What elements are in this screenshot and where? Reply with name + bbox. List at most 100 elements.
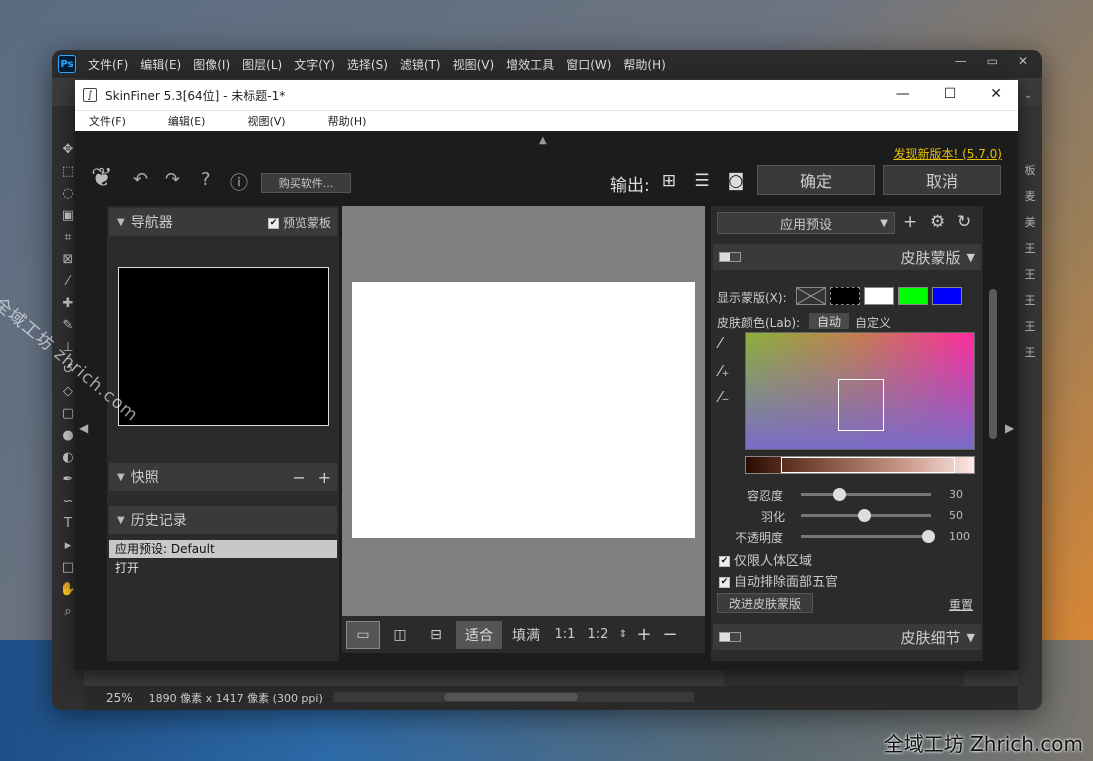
ps-menu-file[interactable]: 文件(F) xyxy=(88,56,128,73)
history-item[interactable]: 打开 xyxy=(109,559,337,577)
snapshots-header[interactable]: ▼ 快照 − + xyxy=(109,463,337,491)
new-version-link[interactable]: 发现新版本! (5.7.0) xyxy=(893,145,1002,162)
info-icon[interactable]: ⓘ xyxy=(230,169,248,195)
slider-knob[interactable] xyxy=(833,488,846,501)
sf-close-icon[interactable]: ✕ xyxy=(990,86,1002,102)
ps-maximize-icon[interactable]: ▭ xyxy=(987,54,998,68)
ps-menu-window[interactable]: 窗口(W) xyxy=(566,56,611,73)
sf-menu-file[interactable]: 文件(F) xyxy=(89,113,126,129)
settings-gear-icon[interactable]: ⚙ xyxy=(930,212,945,232)
right-panel-scrollbar[interactable] xyxy=(989,289,997,439)
apply-preset-dropdown[interactable]: 应用预设 ▼ xyxy=(717,212,895,234)
mask-swatch-black[interactable] xyxy=(830,287,860,305)
preview-mask-toggle[interactable]: ✔ 预览蒙板 xyxy=(267,214,331,231)
eyedropper-subtract-icon[interactable]: ⁄₋ xyxy=(719,388,729,406)
hand-tool-icon[interactable]: ✋ xyxy=(60,582,76,597)
ps-menu-edit[interactable]: 编辑(E) xyxy=(140,56,181,73)
type-tool-icon[interactable]: T xyxy=(64,516,72,531)
mask-swatch-none-icon[interactable] xyxy=(796,287,826,305)
move-tool-icon[interactable]: ✥ xyxy=(63,142,74,157)
ps-menu-type[interactable]: 文字(Y) xyxy=(294,56,335,73)
fit-button[interactable]: 适合 xyxy=(456,620,502,649)
split-vertical-icon[interactable]: ◫ xyxy=(384,621,416,649)
output-adjust-icon[interactable]: ☰ xyxy=(692,171,712,191)
mask-swatch-white[interactable] xyxy=(864,287,894,305)
add-snapshot-icon[interactable]: + xyxy=(318,468,331,487)
zoom-1-1-button[interactable]: 1:1 xyxy=(550,621,580,649)
collapse-up-icon[interactable]: ▲ xyxy=(539,135,547,146)
ps-minimize-icon[interactable]: — xyxy=(955,54,967,68)
refresh-icon[interactable]: ↻ xyxy=(957,212,971,232)
ps-menu-layer[interactable]: 图层(L) xyxy=(242,56,282,73)
mask-swatch-green[interactable] xyxy=(898,287,928,305)
opacity-slider[interactable] xyxy=(801,530,935,543)
slider-knob[interactable] xyxy=(922,530,935,543)
eraser-tool-icon[interactable]: ◇ xyxy=(63,384,73,399)
dodge-tool-icon[interactable]: ◐ xyxy=(62,450,73,465)
collapse-triangle-icon[interactable]: ▼ xyxy=(967,631,975,644)
blur-tool-icon[interactable]: ● xyxy=(62,428,73,443)
preview-canvas[interactable] xyxy=(342,206,705,616)
navigator-header[interactable]: ▼ 导航器 ✔ 预览蒙板 xyxy=(109,208,337,236)
output-mask-icon[interactable]: ◙ xyxy=(726,171,746,191)
reset-button[interactable]: 重置 xyxy=(949,596,973,613)
brush-tool-icon[interactable]: ✎ xyxy=(63,318,74,333)
improve-skin-mask-button[interactable]: 改进皮肤蒙版 xyxy=(717,593,813,613)
body-only-checkbox[interactable]: ✔ 仅限人体区域 xyxy=(719,550,812,569)
tolerance-slider[interactable] xyxy=(801,488,931,501)
skin-detail-header[interactable]: 皮肤细节 ▼ xyxy=(713,624,981,650)
navigator-preview[interactable] xyxy=(118,267,329,426)
redo-icon[interactable]: ↷ xyxy=(165,169,180,190)
ps-menu-filter[interactable]: 滤镜(T) xyxy=(400,56,441,73)
sf-menu-help[interactable]: 帮助(H) xyxy=(328,113,367,129)
mask-swatch-blue[interactable] xyxy=(932,287,962,305)
healing-tool-icon[interactable]: ✚ xyxy=(63,296,74,311)
add-preset-icon[interactable]: + xyxy=(903,212,917,232)
undo-icon[interactable]: ↶ xyxy=(133,169,148,190)
sf-menu-edit[interactable]: 编辑(E) xyxy=(168,113,206,129)
lasso-tool-icon[interactable]: ◌ xyxy=(62,186,73,201)
pen-tool-icon[interactable]: ✒ xyxy=(63,472,74,487)
object-select-tool-icon[interactable]: ▣ xyxy=(62,208,74,223)
frame-tool-icon[interactable]: ⊠ xyxy=(63,252,74,267)
custom-color-button[interactable]: 自定义 xyxy=(855,314,891,331)
feather-slider[interactable] xyxy=(801,509,931,522)
skin-mask-header[interactable]: 皮肤蒙版 ▼ xyxy=(713,244,981,270)
path-select-icon[interactable]: ▸ xyxy=(65,538,72,553)
history-header[interactable]: ▼ 历史记录 xyxy=(109,506,337,534)
curvature-pen-icon[interactable]: ∽ xyxy=(63,494,74,509)
ps-menu-plugins[interactable]: 增效工具 xyxy=(506,56,554,73)
zoom-in-icon[interactable]: + xyxy=(634,621,654,649)
section-toggle-icon[interactable] xyxy=(719,632,741,642)
zoom-out-icon[interactable]: − xyxy=(658,621,682,649)
ps-close-icon[interactable]: ✕ xyxy=(1018,54,1028,68)
sf-maximize-icon[interactable]: ☐ xyxy=(944,86,957,102)
history-item[interactable]: 应用预设: Default xyxy=(109,540,337,558)
crop-tool-icon[interactable]: ⌗ xyxy=(64,230,71,245)
checkbox-checked-icon[interactable]: ✔ xyxy=(719,577,730,588)
ps-menu-select[interactable]: 选择(S) xyxy=(347,56,388,73)
exclude-face-checkbox[interactable]: ✔ 自动排除面部五官 xyxy=(719,571,838,590)
section-toggle-icon[interactable] xyxy=(719,252,741,262)
eyedropper-tool-icon[interactable]: ⁄ xyxy=(67,274,69,289)
right-panel-toggle-icon[interactable]: ▶ xyxy=(1005,421,1014,435)
sf-minimize-icon[interactable]: — xyxy=(896,86,910,102)
preview-image[interactable] xyxy=(352,282,695,538)
skin-color-picker[interactable] xyxy=(745,332,975,450)
ps-menu-image[interactable]: 图像(I) xyxy=(193,56,230,73)
horizontal-scrollbar[interactable] xyxy=(334,692,694,702)
gradient-tool-icon[interactable]: ▢ xyxy=(62,406,74,421)
eyedropper-icon[interactable]: ⁄ xyxy=(719,334,722,352)
checkbox-checked-icon[interactable]: ✔ xyxy=(267,217,279,229)
single-view-icon[interactable]: ▭ xyxy=(346,620,380,649)
chevron-down-icon[interactable]: ⌄ xyxy=(1024,90,1032,101)
ps-menu-view[interactable]: 视图(V) xyxy=(453,56,495,73)
zoom-stepper-icon[interactable]: ⇕ xyxy=(616,621,630,649)
slider-knob[interactable] xyxy=(858,509,871,522)
remove-snapshot-icon[interactable]: − xyxy=(292,468,305,487)
skin-tone-range-bar[interactable] xyxy=(745,456,975,474)
zoom-tool-icon[interactable]: ⌕ xyxy=(64,604,71,619)
marquee-tool-icon[interactable]: ⬚ xyxy=(62,164,74,179)
fill-button[interactable]: 填满 xyxy=(506,621,546,649)
sf-menu-view[interactable]: 视图(V) xyxy=(247,113,285,129)
